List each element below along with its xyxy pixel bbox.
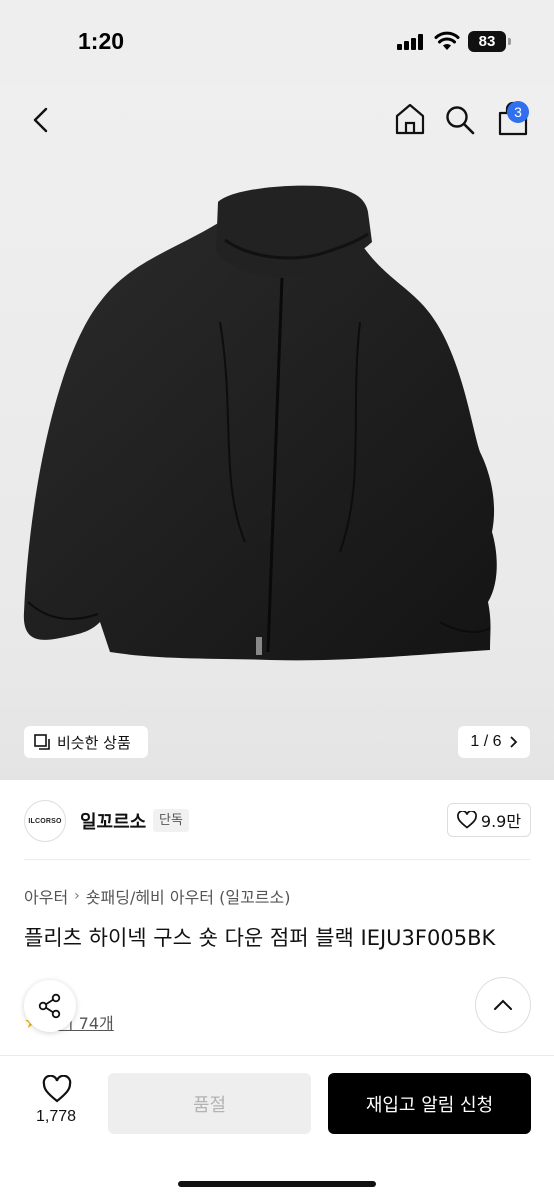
exclusive-badge: 단독 bbox=[153, 809, 189, 832]
chevron-up-icon bbox=[494, 999, 512, 1010]
chevron-right-icon bbox=[509, 736, 517, 748]
cart-count-badge: 3 bbox=[507, 101, 529, 123]
share-icon bbox=[38, 993, 61, 1019]
brand-like-button[interactable]: 9.9만 bbox=[447, 803, 531, 837]
similar-label: 비슷한 상품 bbox=[57, 733, 131, 752]
breadcrumb-category[interactable]: 아우터 bbox=[24, 884, 68, 908]
back-icon[interactable] bbox=[26, 104, 56, 136]
similar-icon bbox=[34, 733, 50, 750]
home-indicator bbox=[178, 1181, 376, 1187]
pager-text: 1 / 6 bbox=[470, 733, 502, 750]
heart-icon bbox=[457, 811, 477, 829]
heart-icon bbox=[42, 1074, 72, 1103]
divider bbox=[24, 859, 530, 860]
product-title: 플리츠 하이넥 구스 숏 다운 점퍼 블랙 IEJU3F005BK bbox=[24, 926, 496, 950]
search-icon[interactable] bbox=[444, 104, 476, 136]
brand-like-count: 9.9만 bbox=[480, 812, 522, 831]
product-photo bbox=[23, 185, 497, 661]
battery-tip bbox=[508, 38, 511, 45]
image-pager[interactable]: 1 / 6 bbox=[458, 726, 530, 758]
similar-products-button[interactable]: 비슷한 상품 bbox=[24, 726, 148, 758]
restock-alert-button[interactable]: 재입고 알림 신청 bbox=[328, 1073, 531, 1134]
status-time: 1:20 bbox=[78, 28, 125, 54]
brand-name[interactable]: 일꼬르소 bbox=[80, 808, 146, 834]
wishlist-button[interactable] bbox=[30, 1074, 84, 1107]
chevron-right-icon: › bbox=[74, 888, 80, 904]
breadcrumb: 아우터 › 숏패딩/헤비 아우터 (일꼬르소) bbox=[24, 884, 290, 908]
wifi-icon bbox=[434, 31, 460, 50]
soldout-button: 품절 bbox=[108, 1073, 311, 1134]
share-button[interactable] bbox=[24, 980, 76, 1032]
battery-indicator: 83 bbox=[468, 31, 506, 52]
wishlist-count: 1,778 bbox=[35, 1108, 77, 1125]
brand-logo[interactable]: ILCORSO bbox=[24, 800, 66, 842]
scroll-to-top-button[interactable] bbox=[475, 977, 531, 1033]
home-icon[interactable] bbox=[394, 102, 426, 136]
signal-icon bbox=[397, 34, 425, 50]
breadcrumb-subcategory[interactable]: 숏패딩/헤비 아우터 (일꼬르소) bbox=[86, 884, 291, 908]
